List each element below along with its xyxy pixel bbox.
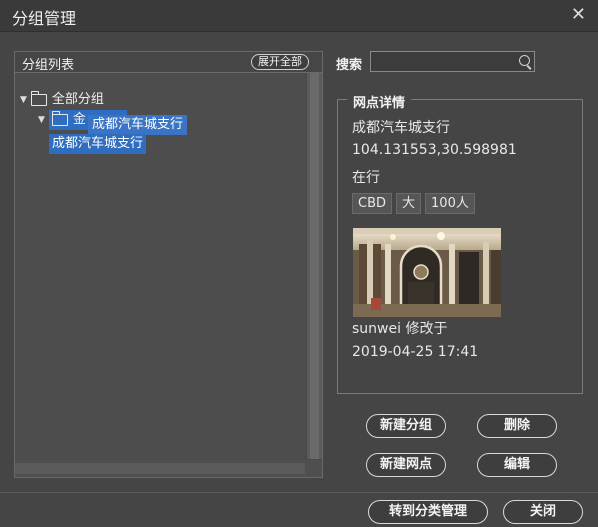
vertical-scrollbar[interactable]	[307, 73, 322, 459]
modified-by: sunwei 修改于	[352, 321, 448, 337]
modified-at: 2019-04-25 17:41	[352, 344, 479, 360]
tag-badge: 大	[396, 193, 422, 214]
group-list-header: 分组列表 展开全部	[15, 52, 322, 73]
tag-badge: CBD	[352, 193, 393, 214]
tree-node-label: 金	[72, 112, 86, 127]
new-group-button[interactable]: 新建分组	[366, 414, 446, 438]
search-field[interactable]	[370, 51, 535, 72]
close-icon[interactable]: ✕	[571, 4, 586, 25]
site-status: 在行	[352, 170, 380, 186]
window-title: 分组管理	[12, 9, 77, 28]
tree-node-site-selected[interactable]: 成都汽车城支行	[49, 134, 147, 154]
search-label: 搜索	[336, 58, 363, 73]
folder-icon	[51, 110, 68, 126]
new-site-button[interactable]: 新建网点	[366, 453, 446, 477]
search-icon[interactable]	[519, 55, 530, 66]
site-coordinates: 104.131553,30.598981	[352, 142, 517, 158]
site-tags: CBD 大 100人	[352, 193, 475, 214]
expand-caret-icon[interactable]: ▼	[38, 115, 45, 125]
folder-open-icon	[30, 90, 47, 106]
tree-node-label: 全部分组	[51, 92, 104, 107]
site-name: 成都汽车城支行	[352, 120, 450, 136]
close-button[interactable]: 关闭	[503, 500, 583, 524]
group-list-title: 分组列表	[22, 58, 75, 73]
goto-category-button[interactable]: 转到分类管理	[368, 500, 488, 524]
site-detail-legend: 网点详情	[347, 92, 412, 111]
vertical-scroll-track[interactable]	[310, 73, 319, 459]
search-input[interactable]	[373, 53, 513, 70]
expand-all-button[interactable]: 展开全部	[251, 54, 309, 70]
delete-button[interactable]: 删除	[477, 414, 557, 438]
site-photo	[353, 228, 501, 317]
edit-button[interactable]: 编辑	[477, 453, 557, 477]
expand-caret-icon[interactable]: ▼	[20, 95, 27, 105]
title-bar: 分组管理 ✕	[0, 0, 598, 32]
horizontal-scrollbar[interactable]	[15, 460, 322, 477]
drag-ghost: 成都汽车城支行	[88, 115, 188, 135]
footer-divider	[0, 492, 598, 493]
horizontal-scroll-thumb[interactable]	[15, 463, 305, 474]
tag-badge: 100人	[425, 193, 475, 214]
tree-node-all-groups[interactable]: ▼ 全部分组	[20, 88, 104, 107]
